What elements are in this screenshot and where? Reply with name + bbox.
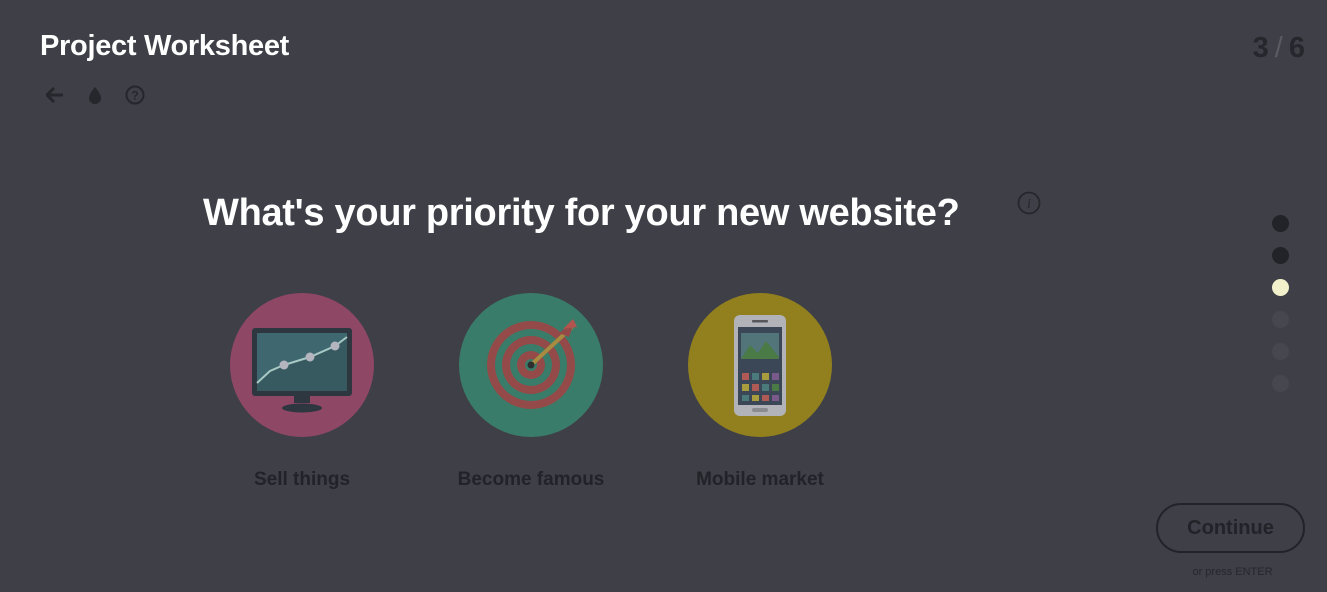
step-dot-6[interactable] [1272,375,1289,392]
step-dot-5[interactable] [1272,343,1289,360]
option-sell-things[interactable]: Sell things [222,293,382,491]
help-circle-icon[interactable]: ? [124,84,146,106]
info-icon[interactable]: i [1017,191,1041,215]
continue-button[interactable]: Continue [1156,503,1305,553]
svg-text:?: ? [131,89,138,103]
step-counter: 3/6 [1253,32,1305,65]
monitor-chart-icon [230,293,374,437]
svg-text:i: i [1027,197,1031,212]
step-dot-1[interactable] [1272,215,1289,232]
page-title: Project Worksheet [40,30,290,62]
step-total: 6 [1288,32,1305,64]
option-mobile-market[interactable]: Mobile market [680,293,840,491]
back-arrow-icon[interactable] [44,84,66,106]
step-separator: / [1274,32,1283,64]
target-dart-icon [459,293,603,437]
option-label: Sell things [253,469,351,490]
toolbar: ? [44,84,146,106]
option-label: Mobile market [696,469,824,490]
step-dot-3[interactable] [1272,279,1289,296]
step-dot-4[interactable] [1272,311,1289,328]
step-current: 3 [1252,32,1269,64]
step-dot-2[interactable] [1272,247,1289,264]
option-become-famous[interactable]: Become famous [451,293,611,491]
option-label: Become famous [457,469,605,490]
enter-hint: or press ENTER [1192,566,1273,578]
smartphone-icon [688,293,832,437]
droplet-icon[interactable] [84,84,106,106]
question-heading: What's your priority for your new websit… [203,192,960,234]
